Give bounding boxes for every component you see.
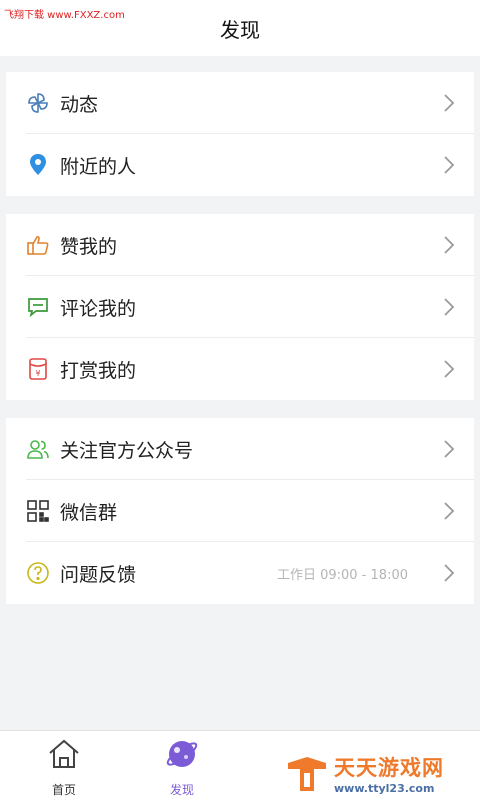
location-pin-icon xyxy=(26,153,50,177)
chevron-right-icon xyxy=(444,94,455,112)
row-label: 附近的人 xyxy=(60,155,137,178)
comment-icon xyxy=(26,295,50,319)
row-likes[interactable]: 赞我的 xyxy=(6,214,474,276)
row-label: 问题反馈 xyxy=(60,563,137,586)
row-follow-official[interactable]: 关注官方公众号 xyxy=(6,418,474,480)
tab-label: 首页 xyxy=(51,783,76,797)
tab-label: 发现 xyxy=(169,783,194,797)
working-hours-text: 工作日 09:00 - 18:00 xyxy=(276,567,408,583)
chevron-right-icon xyxy=(444,440,455,458)
row-label: 动态 xyxy=(60,93,99,116)
row-wechat-group[interactable]: 微信群 xyxy=(6,480,474,542)
chevron-right-icon xyxy=(444,156,455,174)
tab-discover[interactable]: 发现 xyxy=(152,737,212,798)
row-label: 赞我的 xyxy=(60,235,118,258)
discover-planet-icon xyxy=(166,741,198,767)
brand-name: 天天游戏网 xyxy=(334,756,444,780)
pinwheel-icon xyxy=(26,91,50,115)
chevron-right-icon xyxy=(444,502,455,520)
row-tips[interactable]: ¥ 打赏我的 xyxy=(6,338,474,400)
home-icon xyxy=(49,739,79,768)
group-official: 关注官方公众号 微信群 问题反馈 工作日 09:00 - 18:00 xyxy=(6,418,474,604)
thumbs-up-icon xyxy=(26,233,50,257)
brand-url: www.ttyl23.com xyxy=(334,782,435,795)
brand-logo-icon xyxy=(288,756,326,791)
chevron-right-icon xyxy=(444,564,455,582)
watermark-top: 飞翔下载 www.FXXZ.com xyxy=(4,10,125,21)
group-interactions: 赞我的 评论我的 ¥ 打赏我的 xyxy=(6,214,474,400)
chevron-right-icon xyxy=(444,360,455,378)
tab-home[interactable]: 首页 xyxy=(34,737,94,798)
group-social: 动态 附近的人 xyxy=(6,72,474,196)
brand-watermark: 天天游戏网 www.ttyl23.com xyxy=(286,752,444,795)
red-envelope-icon: ¥ xyxy=(26,357,50,381)
users-icon xyxy=(26,437,50,461)
row-label: 微信群 xyxy=(60,501,118,524)
row-moments[interactable]: 动态 xyxy=(6,72,474,134)
row-nearby[interactable]: 附近的人 xyxy=(6,134,474,196)
help-icon xyxy=(26,561,50,585)
chevron-right-icon xyxy=(444,236,455,254)
qr-code-icon xyxy=(26,499,50,523)
page-title: 发现 xyxy=(220,17,260,42)
svg-text:¥: ¥ xyxy=(35,369,40,378)
row-label: 关注官方公众号 xyxy=(60,439,194,462)
row-label: 评论我的 xyxy=(60,297,137,320)
row-comments[interactable]: 评论我的 xyxy=(6,276,474,338)
chevron-right-icon xyxy=(444,298,455,316)
row-feedback[interactable]: 问题反馈 工作日 09:00 - 18:00 xyxy=(6,542,474,604)
row-label: 打赏我的 xyxy=(60,359,137,382)
